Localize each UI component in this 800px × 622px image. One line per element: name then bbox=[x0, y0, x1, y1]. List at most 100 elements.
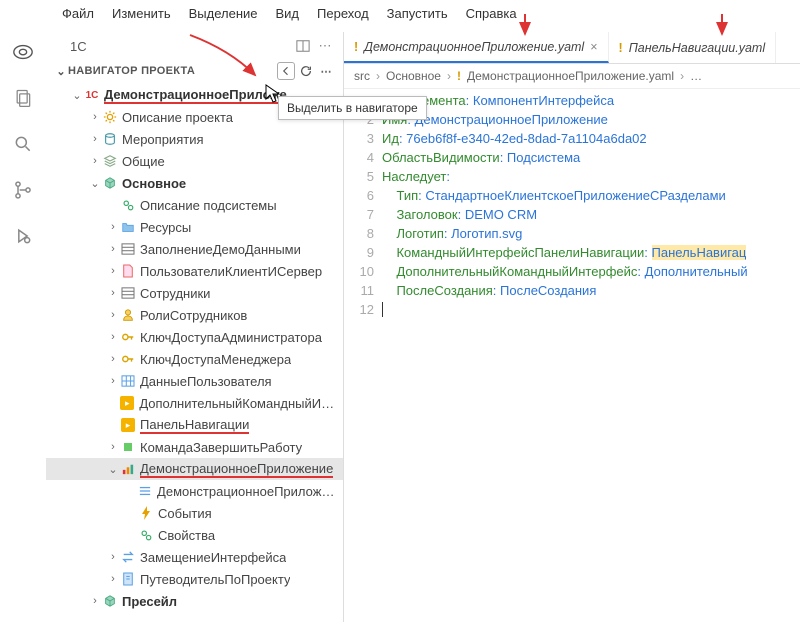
expand-arrow-icon[interactable]: › bbox=[106, 441, 120, 453]
crumb[interactable]: ДемонстрационноеПриложение.yaml bbox=[467, 69, 674, 83]
debug-icon[interactable] bbox=[11, 224, 35, 248]
side-panel-header: 1C ⋯ bbox=[46, 32, 343, 58]
close-icon[interactable]: × bbox=[590, 40, 597, 54]
editor-tabs: ! ДемонстрационноеПриложение.yaml × ! Па… bbox=[344, 32, 800, 64]
tree-label: Свойства bbox=[158, 528, 215, 543]
mgear-icon bbox=[138, 527, 154, 543]
menu-edit[interactable]: Изменить bbox=[112, 6, 171, 21]
play-icon: ▸ bbox=[119, 395, 135, 411]
expand-arrow-icon[interactable]: › bbox=[106, 375, 120, 387]
modified-icon: ! bbox=[354, 40, 358, 54]
expand-arrow-icon[interactable]: › bbox=[106, 573, 120, 585]
tree-row[interactable]: › ПутеводительПоПроекту bbox=[46, 568, 343, 590]
search-icon[interactable] bbox=[11, 132, 35, 156]
mgear-icon bbox=[120, 197, 136, 213]
layers-icon bbox=[102, 153, 118, 169]
tree-row[interactable]: ›КомандаЗавершитьРаботу bbox=[46, 436, 343, 458]
tree-label: Основное bbox=[122, 176, 186, 191]
tree-label: События bbox=[158, 506, 212, 521]
tree-row[interactable]: ›РолиСотрудников bbox=[46, 304, 343, 326]
tree-row[interactable]: › ДанныеПользователя bbox=[46, 370, 343, 392]
breadcrumb[interactable]: src› Основное› ! ДемонстрационноеПриложе… bbox=[344, 64, 800, 89]
expand-arrow-icon[interactable]: ⌄ bbox=[106, 463, 120, 476]
tree-label: ДанныеПользователя bbox=[140, 374, 272, 389]
source-control-icon[interactable] bbox=[11, 178, 35, 202]
project-tree[interactable]: ⌄1CДемонстрационноеПриложе…›Описание про… bbox=[46, 84, 343, 622]
expand-arrow-icon[interactable]: › bbox=[106, 551, 120, 563]
menu-file[interactable]: Файл bbox=[62, 6, 94, 21]
refresh-icon[interactable] bbox=[297, 62, 315, 80]
expand-arrow-icon[interactable]: › bbox=[106, 265, 120, 277]
doc-icon bbox=[120, 263, 136, 279]
bars-icon bbox=[120, 461, 136, 477]
tree-row[interactable]: ›КлючДоступаАдминистратора bbox=[46, 326, 343, 348]
expand-arrow-icon[interactable]: › bbox=[106, 243, 120, 255]
expand-arrow-icon[interactable]: › bbox=[88, 111, 102, 123]
expand-arrow-icon[interactable]: › bbox=[106, 287, 120, 299]
tree-row[interactable]: ▸ДополнительныйКомандныйИнт… bbox=[46, 392, 343, 414]
expand-arrow-icon[interactable]: › bbox=[106, 353, 120, 365]
tree-row[interactable]: ›КлючДоступаМенеджера bbox=[46, 348, 343, 370]
tree-row[interactable]: ›ЗаполнениеДемоДанными bbox=[46, 238, 343, 260]
split-icon[interactable] bbox=[295, 38, 311, 54]
expand-arrow-icon[interactable]: › bbox=[88, 133, 102, 145]
tree-row[interactable]: ДемонстрационноеПриложение bbox=[46, 480, 343, 502]
code-area[interactable]: 23456789101112 ВидЭлемента: КомпонентИнт… bbox=[344, 89, 800, 319]
menu-go[interactable]: Переход bbox=[317, 6, 369, 21]
menu-view[interactable]: Вид bbox=[276, 6, 300, 21]
reveal-in-navigator-button[interactable] bbox=[277, 62, 295, 80]
cube-icon bbox=[102, 175, 118, 191]
more-icon[interactable]: ⋯ bbox=[317, 38, 333, 54]
tooltip: Выделить в навигаторе bbox=[278, 96, 427, 120]
section-more-icon[interactable]: ⋯ bbox=[317, 62, 335, 80]
list-icon bbox=[137, 483, 153, 499]
tree-label: ДемонстрационноеПриложение bbox=[157, 484, 337, 499]
swap-icon bbox=[120, 549, 136, 565]
tree-label: ДемонстрационноеПриложение bbox=[140, 461, 333, 478]
tree-row[interactable]: ›Сотрудники bbox=[46, 282, 343, 304]
expand-arrow-icon[interactable]: ⌄ bbox=[88, 177, 102, 190]
crumb-more[interactable]: … bbox=[690, 69, 702, 83]
cursor-icon bbox=[265, 84, 281, 109]
expand-arrow-icon[interactable]: ⌄ bbox=[70, 89, 84, 102]
tree-row[interactable]: ›Мероприятия bbox=[46, 128, 343, 150]
menu-selection[interactable]: Выделение bbox=[189, 6, 258, 21]
tree-label: ПутеводительПоПроекту bbox=[140, 572, 290, 587]
chevron-down-icon: ⌄ bbox=[54, 65, 68, 78]
code-lines[interactable]: ВидЭлемента: КомпонентИнтерфейсаИмя: Дем… bbox=[382, 91, 800, 319]
tree-row[interactable]: События bbox=[46, 502, 343, 524]
tree-row[interactable]: ›Пресейл bbox=[46, 590, 343, 612]
tab-label: ДемонстрационноеПриложение.yaml bbox=[364, 40, 584, 54]
crumb[interactable]: src bbox=[354, 69, 370, 83]
line-gutter: 23456789101112 bbox=[344, 91, 382, 319]
navigator-section-header[interactable]: ⌄ НАВИГАТОР ПРОЕКТА ⋯ bbox=[46, 58, 343, 84]
expand-arrow-icon[interactable]: › bbox=[106, 221, 120, 233]
tree-label: Ресурсы bbox=[140, 220, 191, 235]
tree-row[interactable]: ›ЗамещениеИнтерфейса bbox=[46, 546, 343, 568]
tree-row[interactable]: ⌄ Основное bbox=[46, 172, 343, 194]
tab-inactive[interactable]: ! ПанельНавигации.yaml bbox=[609, 32, 777, 63]
crumb[interactable]: Основное bbox=[386, 69, 441, 83]
tree-row[interactable]: Описание подсистемы bbox=[46, 194, 343, 216]
expand-arrow-icon[interactable]: › bbox=[106, 309, 120, 321]
tree-row[interactable]: ›ПользователиКлиентИСервер bbox=[46, 260, 343, 282]
tree-row[interactable]: Свойства bbox=[46, 524, 343, 546]
tree-row[interactable]: ▸ПанельНавигации bbox=[46, 414, 343, 436]
expand-arrow-icon[interactable]: › bbox=[88, 595, 102, 607]
1c-icon: 1C bbox=[84, 87, 100, 103]
expand-arrow-icon[interactable]: › bbox=[106, 331, 120, 343]
expand-arrow-icon[interactable]: › bbox=[88, 155, 102, 167]
guide-icon bbox=[120, 571, 136, 587]
tree-row[interactable]: › Ресурсы bbox=[46, 216, 343, 238]
navigator-title: НАВИГАТОР ПРОЕКТА bbox=[68, 65, 275, 77]
tab-active[interactable]: ! ДемонстрационноеПриложение.yaml × bbox=[344, 32, 609, 63]
menu-help[interactable]: Справка bbox=[466, 6, 517, 21]
menu-bar: Файл Изменить Выделение Вид Переход Запу… bbox=[0, 0, 800, 27]
cube-icon bbox=[102, 593, 118, 609]
tree-row[interactable]: ›Общие bbox=[46, 150, 343, 172]
activity-bar bbox=[0, 32, 46, 622]
menu-run[interactable]: Запустить bbox=[387, 6, 448, 21]
tree-row[interactable]: ⌄ ДемонстрационноеПриложение bbox=[46, 458, 343, 480]
files-icon[interactable] bbox=[11, 86, 35, 110]
logo-1c-icon[interactable] bbox=[11, 40, 35, 64]
